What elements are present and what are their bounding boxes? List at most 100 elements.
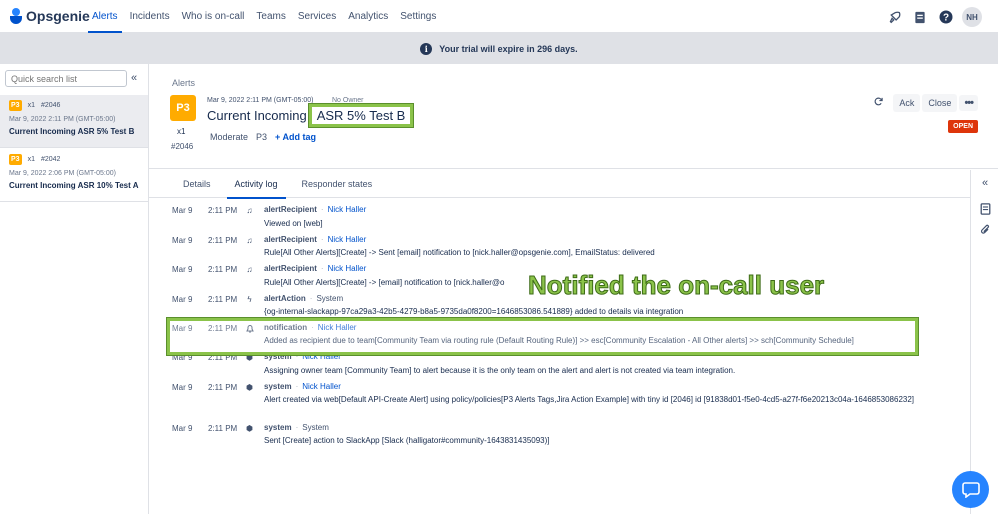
system-icon: ⬢ — [246, 383, 253, 392]
log-actor[interactable]: Nick Haller — [328, 205, 367, 214]
alert-list-pane: « P3 x1 #2046 Mar 9, 2022 2:11 PM (GMT-0… — [0, 64, 149, 514]
alert-time: Mar 9, 2022 2:06 PM (GMT-05:00) — [9, 170, 116, 177]
priority-badge: P3 — [9, 154, 22, 165]
tiny-id: #2042 — [40, 156, 61, 163]
user-icon: ♫ — [246, 206, 253, 215]
log-type: system · Nick Haller — [264, 382, 341, 391]
log-actor[interactable]: Nick Haller — [328, 264, 367, 273]
log-type-label: system — [264, 382, 292, 391]
log-type: system · System — [264, 423, 329, 432]
quick-search-input[interactable] — [5, 70, 127, 87]
breadcrumb[interactable]: Alerts — [172, 78, 195, 88]
alert-title-highlight: ASR 5% Test B — [308, 104, 414, 127]
nav-who-is-on-call[interactable]: Who is on-call — [176, 0, 251, 33]
owner-label[interactable]: No Owner — [332, 97, 364, 104]
log-type-label: alertRecipient — [264, 205, 317, 214]
lightning-icon: ϟ — [247, 295, 252, 304]
alert-tabs: Details Activity log Responder states — [149, 170, 970, 199]
log-message: Rule[All Other Alerts][Create] -> Sent [… — [264, 248, 655, 257]
chat-help-button[interactable] — [952, 471, 989, 508]
log-message: Viewed on [web] — [264, 219, 323, 228]
expand-icon[interactable]: « — [979, 177, 991, 189]
nav-analytics[interactable]: Analytics — [342, 0, 394, 33]
ack-button[interactable]: Ack — [893, 94, 921, 112]
log-date: Mar 9 — [172, 206, 193, 215]
highlight-box — [167, 318, 918, 355]
help-icon[interactable]: ? — [936, 7, 956, 27]
user-icon: ♫ — [246, 236, 253, 245]
log-message: Alert created via web[Default API-Create… — [264, 395, 915, 404]
attachment-icon[interactable] — [979, 224, 991, 236]
log-type: alertRecipient · Nick Haller — [264, 205, 367, 214]
alert-time: Mar 9, 2022 2:11 PM (GMT-05:00) — [9, 116, 116, 123]
alert-title: Current Incoming ASR 5% Test B — [9, 127, 135, 136]
alert-title-prefix: Current Incoming — [207, 108, 307, 123]
more-actions-icon[interactable]: ••• — [959, 95, 978, 111]
log-date: Mar 9 — [172, 265, 193, 274]
alert-title: Current Incoming ASR 5% Test B — [207, 104, 414, 127]
log-message: Assigning owner team [Community Team] to… — [264, 366, 736, 375]
tiny-id: #2046 — [40, 102, 61, 109]
log-actor[interactable]: Nick Haller — [302, 382, 341, 391]
log-time: 2:11 PM — [208, 265, 238, 274]
log-type-label: alertRecipient — [264, 264, 317, 273]
trial-text: Your trial will expire in 296 days. — [439, 43, 578, 54]
rocket-icon[interactable] — [884, 7, 904, 27]
log-message: {og-internal-slackapp-97ca29a3-42b5-4279… — [264, 307, 684, 316]
log-time: 2:11 PM — [208, 383, 238, 392]
collapse-list-icon[interactable]: « — [131, 72, 137, 84]
log-date: Mar 9 — [172, 236, 193, 245]
trial-banner: i Your trial will expire in 296 days. — [0, 33, 998, 64]
user-avatar[interactable]: NH — [962, 7, 982, 27]
status-badge: OPEN — [948, 120, 978, 133]
nav-alerts[interactable]: Alerts — [86, 0, 124, 33]
system-icon: ⬢ — [246, 424, 253, 433]
refresh-icon[interactable] — [866, 97, 891, 109]
tab-details[interactable]: Details — [175, 170, 219, 198]
alert-count: x1 — [177, 127, 186, 136]
top-navigation: Opsgenie Alerts Incidents Who is on-call… — [0, 0, 998, 33]
opsgenie-logo-icon — [10, 8, 22, 24]
priority-badge-large[interactable]: P3 — [170, 95, 196, 121]
notes-icon[interactable] — [979, 203, 991, 215]
nav-settings[interactable]: Settings — [394, 0, 442, 33]
log-message: Sent [Create] action to SlackApp [Slack … — [264, 436, 550, 445]
right-rail: « — [970, 170, 998, 514]
severity-tag: Moderate — [210, 132, 249, 142]
log-actor: System — [316, 294, 344, 303]
nav-teams[interactable]: Teams — [250, 0, 291, 33]
log-type-label: system — [264, 423, 292, 432]
user-icon: ♫ — [246, 265, 253, 274]
log-type: alertAction · System — [264, 294, 344, 303]
log-time: 2:11 PM — [208, 295, 238, 304]
log-time: 2:11 PM — [208, 206, 238, 215]
close-button[interactable]: Close — [922, 94, 958, 112]
info-icon: i — [420, 42, 433, 55]
alert-list-item[interactable]: P3 x1 #2046 Mar 9, 2022 2:11 PM (GMT-05:… — [0, 95, 148, 148]
alert-list-item[interactable]: P3 x1 #2042 Mar 9, 2022 2:06 PM (GMT-05:… — [0, 149, 148, 202]
logo[interactable]: Opsgenie — [10, 8, 90, 24]
chat-icon — [961, 481, 980, 498]
log-actor: System — [302, 423, 329, 432]
brand-name: Opsgenie — [26, 8, 90, 24]
tab-responder-states[interactable]: Responder states — [294, 170, 381, 198]
alert-title: Current Incoming ASR 10% Test A — [9, 181, 139, 190]
notes-icon[interactable] — [910, 7, 930, 27]
log-date: Mar 9 — [172, 383, 193, 392]
annotation-label: Notified the on-call user — [527, 270, 825, 301]
priority-badge: P3 — [9, 100, 22, 111]
tab-activity-log[interactable]: Activity log — [226, 170, 286, 199]
add-tag-button[interactable]: + Add tag — [275, 132, 316, 142]
priority-tag: P3 — [256, 132, 268, 142]
log-type: alertRecipient · Nick Haller — [264, 235, 367, 244]
alert-count: x1 — [27, 102, 35, 109]
nav-incidents[interactable]: Incidents — [124, 0, 176, 33]
log-actor[interactable]: Nick Haller — [328, 235, 367, 244]
log-type-label: alertRecipient — [264, 235, 317, 244]
svg-text:?: ? — [943, 13, 949, 24]
log-date: Mar 9 — [172, 424, 193, 433]
tiny-id: #2046 — [171, 142, 194, 151]
log-time: 2:11 PM — [208, 424, 238, 433]
log-type-label: alertAction — [264, 294, 306, 303]
nav-services[interactable]: Services — [292, 0, 342, 33]
